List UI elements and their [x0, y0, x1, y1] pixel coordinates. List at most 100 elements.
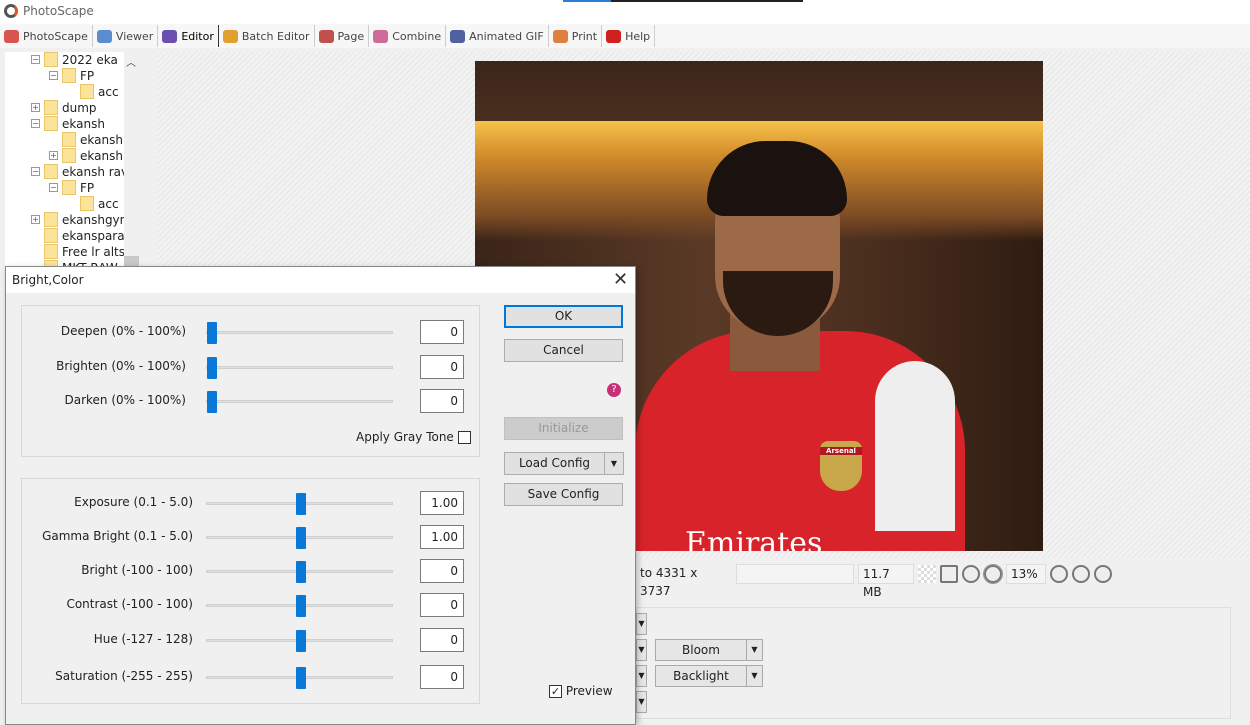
fit-screen-icon[interactable] — [940, 564, 958, 583]
gray-tone-checkbox[interactable]: Apply Gray Tone — [356, 430, 471, 444]
value-input[interactable]: 0 — [420, 320, 464, 344]
slider[interactable] — [206, 493, 393, 515]
expand-icon[interactable]: + — [49, 151, 58, 160]
scroll-up-icon[interactable]: ︿ — [126, 54, 136, 69]
tree-scrollbar[interactable]: ︿ — [124, 52, 139, 266]
transparency-icon[interactable] — [918, 564, 936, 583]
arsenal-crest: Arsenal — [820, 441, 862, 491]
actual-size-icon[interactable] — [962, 564, 980, 583]
tree-item[interactable]: + dump — [31, 100, 97, 115]
load-config-dropdown[interactable]: ▼ — [604, 452, 624, 475]
slider[interactable] — [206, 630, 393, 652]
info-icon[interactable] — [1094, 564, 1112, 583]
slider-label: Hue (-127 - 128) — [93, 632, 193, 646]
collapse-icon[interactable]: − — [31, 119, 40, 128]
bloom-button[interactable]: Bloom ▼ — [655, 639, 763, 661]
tree-item[interactable]: + ekanshgym — [31, 212, 131, 227]
slider-thumb[interactable] — [207, 357, 217, 379]
slider-thumb[interactable] — [295, 493, 306, 515]
expand-icon[interactable]: + — [31, 103, 40, 112]
slider-thumb[interactable] — [295, 561, 306, 583]
collapse-icon[interactable]: − — [49, 71, 58, 80]
value-input[interactable]: 0 — [420, 628, 464, 652]
slider[interactable] — [206, 667, 393, 689]
slider-thumb[interactable] — [207, 391, 217, 413]
tool-dropdown[interactable]: ▼ — [635, 639, 647, 661]
tab-page[interactable]: Page — [315, 25, 370, 47]
tree-item[interactable]: + ekansh — [49, 148, 123, 163]
app-title: PhotoScape — [23, 4, 94, 18]
tool-dropdown[interactable]: ▼ — [635, 665, 647, 687]
slider-label: Bright (-100 - 100) — [81, 563, 193, 577]
zoom-out-icon[interactable] — [1072, 564, 1090, 583]
zoom-fit-icon[interactable] — [983, 563, 1003, 584]
batch-editor-icon — [222, 29, 238, 43]
slider-thumb[interactable] — [207, 322, 217, 344]
backlight-button[interactable]: Backlight ▼ — [655, 665, 763, 687]
tree-item[interactable]: Free lr alts — [31, 244, 125, 259]
tool-dropdown[interactable]: ▼ — [635, 613, 647, 635]
slider-thumb[interactable] — [295, 667, 306, 689]
tree-item[interactable]: − ekansh rav — [31, 164, 128, 179]
tree-item[interactable]: ekansh — [49, 132, 123, 147]
scroll-thumb[interactable] — [124, 256, 139, 266]
slider[interactable] — [206, 357, 393, 379]
tab-editor[interactable]: Editor — [158, 25, 219, 47]
tab-print[interactable]: Print — [549, 25, 603, 47]
slider[interactable] — [206, 595, 393, 617]
preview-checkbox[interactable]: ✓ Preview — [549, 684, 613, 698]
tab-viewer[interactable]: Viewer — [93, 25, 159, 47]
tool-dropdown[interactable]: ▼ — [635, 691, 647, 713]
tab-combine[interactable]: Combine — [369, 25, 447, 47]
value-input[interactable]: 0 — [420, 593, 464, 617]
value-input[interactable]: 0 — [420, 665, 464, 689]
tree-item[interactable]: −2022 eka — [31, 52, 118, 67]
value-input[interactable]: 1.00 — [420, 525, 464, 549]
tab-help[interactable]: Help — [602, 25, 656, 47]
load-config-button[interactable]: Load Config — [504, 452, 605, 475]
folder-icon — [44, 244, 58, 259]
ok-button[interactable]: OK — [504, 305, 623, 328]
value-input[interactable]: 1.00 — [420, 491, 464, 515]
file-size: 11.7 MB — [858, 563, 914, 599]
value-input[interactable]: 0 — [420, 389, 464, 413]
tab-animated-gif[interactable]: Animated GIF — [446, 25, 549, 47]
collapse-icon[interactable]: − — [31, 167, 40, 176]
zoom-in-icon[interactable] — [1050, 564, 1068, 583]
slider-row: Saturation (-255 - 255) 0 — [22, 665, 479, 689]
folder-tree[interactable]: −2022 eka − FP acc + dump − ekansh ekansh + ekansh… — [5, 52, 131, 275]
tree-item[interactable]: acc — [67, 84, 119, 99]
value-input[interactable]: 0 — [420, 355, 464, 379]
gray-tone-check[interactable] — [457, 431, 471, 444]
collapse-icon[interactable]: − — [49, 183, 58, 192]
slider[interactable] — [206, 391, 393, 413]
tree-item[interactable]: − FP — [49, 180, 94, 195]
tree-item[interactable]: acc — [67, 196, 119, 211]
slider[interactable] — [206, 527, 393, 549]
tree-item[interactable]: − ekansh — [31, 116, 105, 131]
tree-item[interactable]: − FP — [49, 68, 94, 83]
folder-icon — [62, 68, 76, 83]
value-input[interactable]: 0 — [420, 559, 464, 583]
viewer-icon — [96, 29, 112, 43]
help-icon[interactable]: ? — [607, 383, 621, 397]
save-config-button[interactable]: Save Config — [504, 483, 623, 506]
slider[interactable] — [206, 322, 393, 344]
image-dimensions: to 4331 x 3737 — [640, 565, 698, 598]
preview-check[interactable]: ✓ — [549, 685, 562, 698]
folder-icon — [44, 116, 58, 131]
cancel-button[interactable]: Cancel — [504, 339, 623, 362]
slider-thumb[interactable] — [295, 595, 306, 617]
expand-icon[interactable]: + — [31, 215, 40, 224]
crest-text: Arsenal — [820, 447, 862, 455]
slider-thumb[interactable] — [295, 630, 306, 652]
close-icon[interactable]: ✕ — [613, 269, 628, 290]
tab-batch-editor[interactable]: Batch Editor — [219, 25, 315, 47]
collapse-icon[interactable]: − — [31, 55, 40, 64]
initialize-button[interactable]: Initialize — [504, 417, 623, 440]
slider-label: Saturation (-255 - 255) — [55, 669, 193, 683]
tree-item[interactable]: ekansparas — [31, 228, 131, 243]
slider[interactable] — [206, 561, 393, 583]
tab-photoscape[interactable]: PhotoScape — [0, 25, 93, 47]
slider-thumb[interactable] — [295, 527, 306, 549]
